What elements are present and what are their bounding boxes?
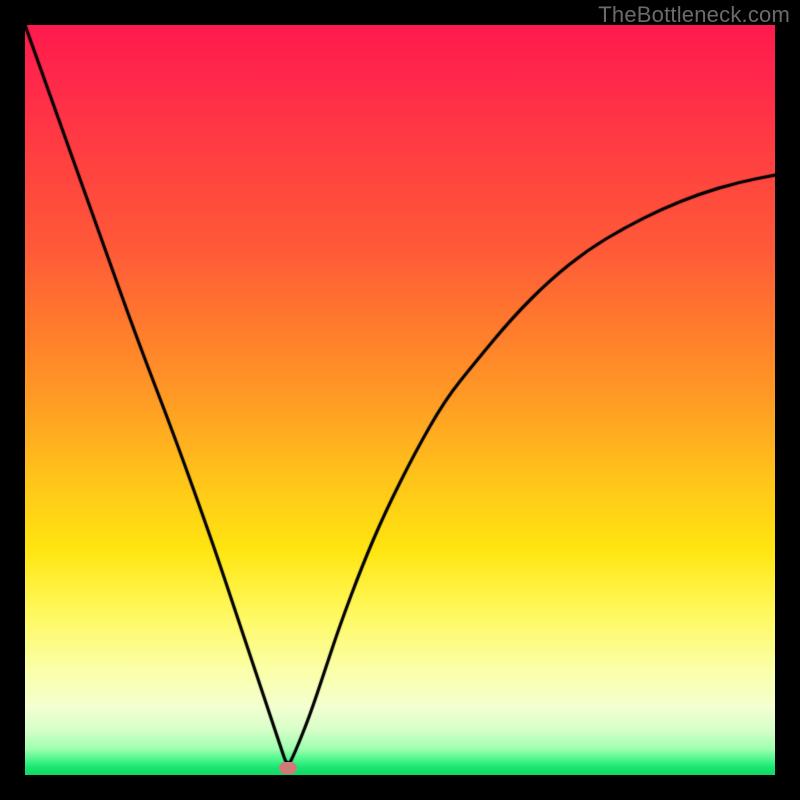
chart-frame: TheBottleneck.com	[0, 0, 800, 800]
watermark-text: TheBottleneck.com	[598, 2, 790, 28]
bottleneck-curve	[25, 25, 775, 775]
plot-area	[25, 25, 775, 775]
optimal-point-marker	[279, 762, 297, 774]
